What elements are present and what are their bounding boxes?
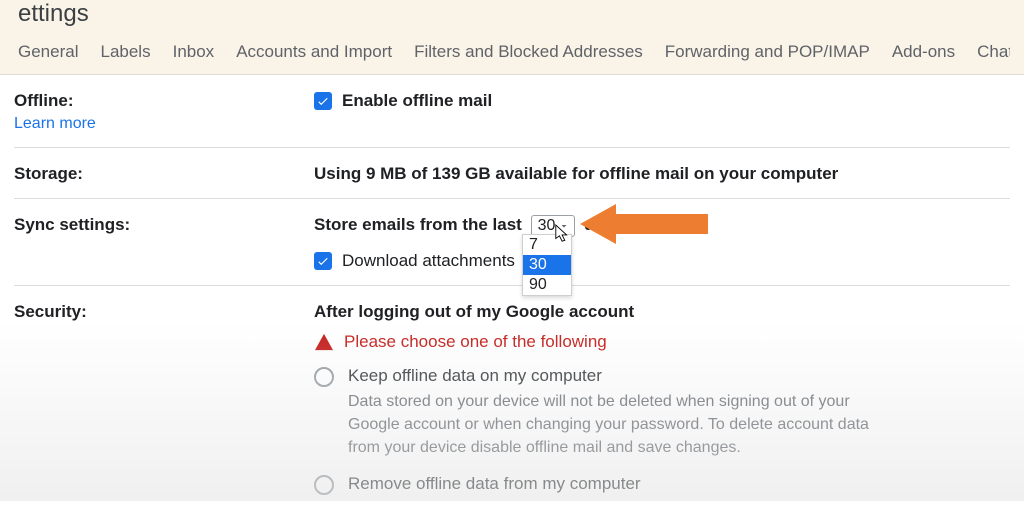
security-value-col: After logging out of my Google account P… [314,302,1010,495]
check-icon [316,94,330,108]
tab-accounts[interactable]: Accounts and Import [236,42,392,62]
sync-prefix: Store emails from the last [314,215,522,234]
tab-labels[interactable]: Labels [100,42,150,62]
enable-offline-checkbox[interactable] [314,92,332,110]
storage-value: Using 9 MB of 139 GB available for offli… [314,164,1010,184]
download-attachments-row: Download attachments [314,251,1010,271]
sync-days-value: 30 [538,217,556,235]
security-warning-row: Please choose one of the following [314,332,1010,352]
settings-tabs: General Labels Inbox Accounts and Import… [14,42,1010,74]
tab-general[interactable]: General [18,42,78,62]
enable-offline-label: Enable offline mail [342,91,492,111]
storage-label: Storage: [14,164,314,184]
offline-learn-more-link[interactable]: Learn more [14,115,314,133]
security-option-keep-row: Keep offline data on my computer Data st… [314,366,1010,460]
download-attachments-label: Download attachments [342,251,515,271]
tab-inbox[interactable]: Inbox [173,42,215,62]
annotation-cursor [554,224,572,249]
settings-content: Offline: Learn more Enable offline mail … [0,75,1024,509]
offline-value-col: Enable offline mail [314,91,1010,111]
security-option-keep-desc: Data stored on your device will not be d… [348,390,878,460]
tab-chat[interactable]: Chat an [977,42,1010,62]
security-heading: After logging out of my Google account [314,302,1010,322]
warning-icon [314,333,334,351]
enable-offline-row: Enable offline mail [314,91,1010,111]
tab-addons[interactable]: Add-ons [892,42,955,62]
tab-forwarding[interactable]: Forwarding and POP/IMAP [665,42,870,62]
security-option-keep-label: Keep offline data on my computer [348,366,878,386]
arrow-left-icon [580,200,710,248]
check-icon [316,254,330,268]
security-option-remove-label: Remove offline data from my computer [348,474,641,494]
offline-label-col: Offline: Learn more [14,91,314,133]
cursor-icon [554,224,572,244]
settings-header: ettings General Labels Inbox Accounts an… [0,0,1024,75]
download-attachments-checkbox[interactable] [314,252,332,270]
sync-label: Sync settings: [14,215,314,235]
security-option-remove-row: Remove offline data from my computer [314,474,1010,495]
security-warning-text: Please choose one of the following [344,332,607,352]
row-offline: Offline: Learn more Enable offline mail [14,75,1010,148]
row-sync: Sync settings: Store emails from the las… [14,199,1010,286]
security-label: Security: [14,302,314,322]
row-security: Security: After logging out of my Google… [14,286,1010,509]
sync-days-option-30[interactable]: 30 [523,255,571,275]
offline-label: Offline: [14,91,74,110]
sync-days-option-90[interactable]: 90 [523,275,571,295]
row-storage: Storage: Using 9 MB of 139 GB available … [14,148,1010,199]
page-title: ettings [18,0,1010,28]
security-option-keep-text: Keep offline data on my computer Data st… [348,366,878,460]
security-option-remove-radio[interactable] [314,475,334,495]
tab-filters[interactable]: Filters and Blocked Addresses [414,42,643,62]
annotation-arrow [580,200,710,253]
security-option-keep-radio[interactable] [314,367,334,387]
